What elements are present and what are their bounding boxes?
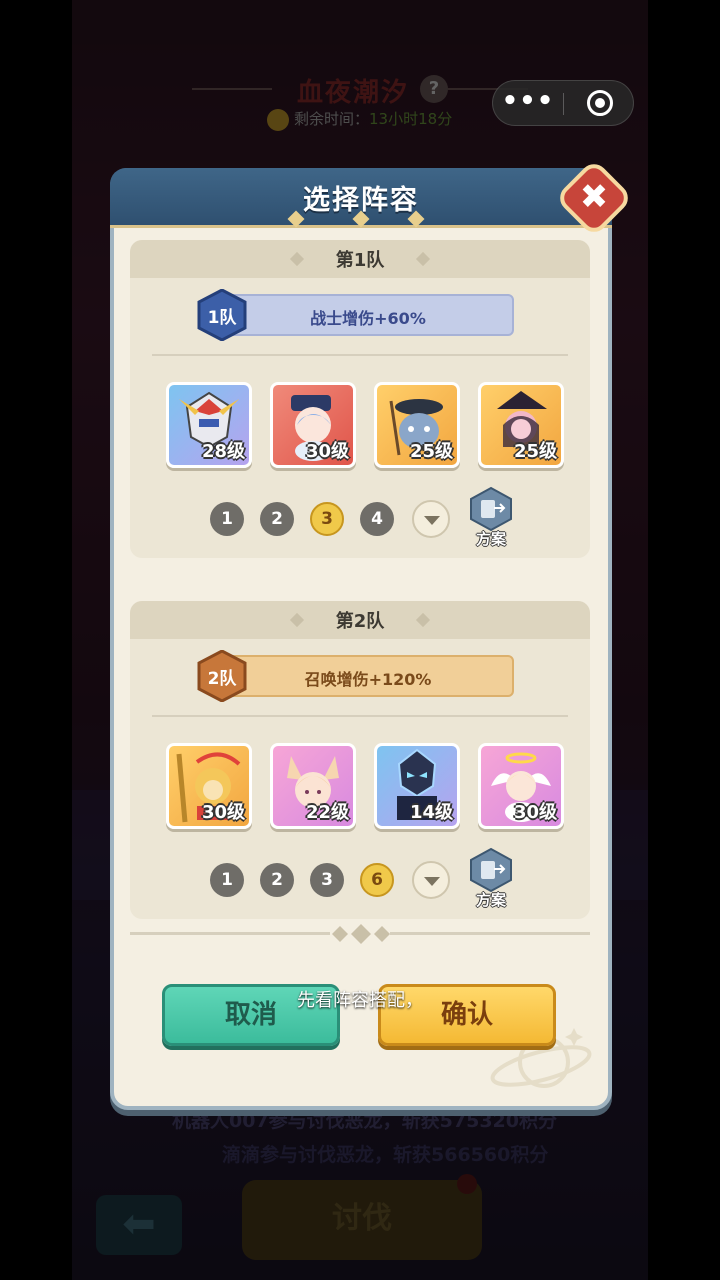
notification-dot xyxy=(457,1174,477,1194)
footer-divider-right xyxy=(390,932,590,935)
formation-slot[interactable]: 1 xyxy=(210,863,244,897)
team-1-panel: 第1队 战士增伤+60% 1队 28级 30级 25级 25级 1 2 3 4 … xyxy=(130,240,590,558)
hero-level: 30级 xyxy=(201,802,245,823)
team-2-header: 第2队 xyxy=(130,601,590,639)
plan-swap-icon xyxy=(470,486,512,532)
hero-card[interactable]: 30级 xyxy=(166,743,252,829)
video-subtitle: 先看阵容搭配， xyxy=(297,990,423,1011)
chevron-down-icon xyxy=(424,877,440,886)
footer-divider-left xyxy=(130,932,330,935)
plan-button[interactable]: 方案 xyxy=(468,486,514,548)
footer-ornament xyxy=(332,924,390,944)
hero-level: 25级 xyxy=(409,441,453,462)
hero-level: 22级 xyxy=(305,802,349,823)
capsule-divider xyxy=(563,93,564,115)
team-1-header: 第1队 xyxy=(130,240,590,278)
remaining-time: 剩余时间：13小时18分 xyxy=(294,108,452,129)
close-mini-program-icon[interactable] xyxy=(587,90,613,116)
hero-card[interactable]: 22级 xyxy=(270,743,356,829)
hero-level: 30级 xyxy=(305,441,349,462)
hero-card[interactable]: 25级 xyxy=(374,382,460,468)
close-icon: ✖ xyxy=(579,177,609,217)
plan-label: 方案 xyxy=(475,530,506,548)
formation-slot[interactable]: 1 xyxy=(210,502,244,536)
hero-level: 28级 xyxy=(201,441,245,462)
formation-slot[interactable]: 4 xyxy=(360,502,394,536)
hero-level: 14级 xyxy=(409,802,453,823)
remaining-time-value: 13小时18分 xyxy=(369,110,453,128)
hero-card[interactable]: 28级 xyxy=(166,382,252,468)
event-title: 血夜潮汐 xyxy=(297,78,410,108)
hero-card[interactable]: 30级 xyxy=(478,743,564,829)
chevron-down-icon xyxy=(424,516,440,525)
more-menu-button[interactable]: ••• xyxy=(493,81,563,125)
team-2-panel: 第2队 召唤增伤+120% 2队 30级 22级 14级 30级 1 2 3 6… xyxy=(130,601,590,919)
team-2-title: 第2队 xyxy=(335,611,385,632)
formation-slot-selected[interactable]: 3 xyxy=(310,502,344,536)
plan-swap-icon xyxy=(470,847,512,893)
plan-button[interactable]: 方案 xyxy=(468,847,514,909)
team-1-title: 第1队 xyxy=(335,250,385,271)
dialog-header: 选择阵容 xyxy=(110,168,612,228)
help-icon[interactable]: ? xyxy=(420,75,448,103)
team-1-buff-text: 战士增伤+60% xyxy=(310,309,426,328)
game-screen: 血夜潮汐 ? 剩余时间：13小时18分 机器人007参与讨伐恶龙，斩获57532… xyxy=(0,0,720,1280)
team-1-badge-label: 1队 xyxy=(207,308,237,328)
formation-slot[interactable]: 2 xyxy=(260,502,294,536)
battle-log-line-2: 滴滴参与讨伐恶龙，斩获566560积分 xyxy=(222,1144,549,1166)
team-1-divider xyxy=(152,354,568,356)
team-2-badge-label: 2队 xyxy=(207,669,237,689)
hero-card[interactable]: 30级 xyxy=(270,382,356,468)
remaining-time-label: 剩余时间： xyxy=(294,110,370,128)
plan-label: 方案 xyxy=(475,891,506,909)
mini-program-capsule: ••• xyxy=(492,80,634,126)
clock-icon xyxy=(267,109,289,131)
team-2-divider xyxy=(152,715,568,717)
team-2-buff-text: 召唤增伤+120% xyxy=(304,670,432,689)
hero-card[interactable]: 14级 xyxy=(374,743,460,829)
battle-log-line-1: 机器人007参与讨伐恶龙，斩获575320积分 xyxy=(172,1110,557,1132)
hero-level: 25级 xyxy=(513,441,557,462)
formation-slot-selected[interactable]: 6 xyxy=(360,863,394,897)
hero-level: 30级 xyxy=(513,802,557,823)
back-arrow-button[interactable]: ⬅ xyxy=(96,1195,182,1255)
team-2-buff-bar: 召唤增伤+120% xyxy=(222,655,514,697)
title-line-left xyxy=(192,88,272,90)
formation-slot[interactable]: 3 xyxy=(310,863,344,897)
attack-button[interactable]: 讨伐 xyxy=(242,1180,482,1260)
more-slots-dropdown[interactable] xyxy=(412,500,450,538)
hero-card[interactable]: 25级 xyxy=(478,382,564,468)
formation-slot[interactable]: 2 xyxy=(260,863,294,897)
team-1-buff-bar: 战士增伤+60% xyxy=(222,294,514,336)
more-slots-dropdown[interactable] xyxy=(412,861,450,899)
back-arrow-icon: ⬅ xyxy=(122,1201,156,1247)
